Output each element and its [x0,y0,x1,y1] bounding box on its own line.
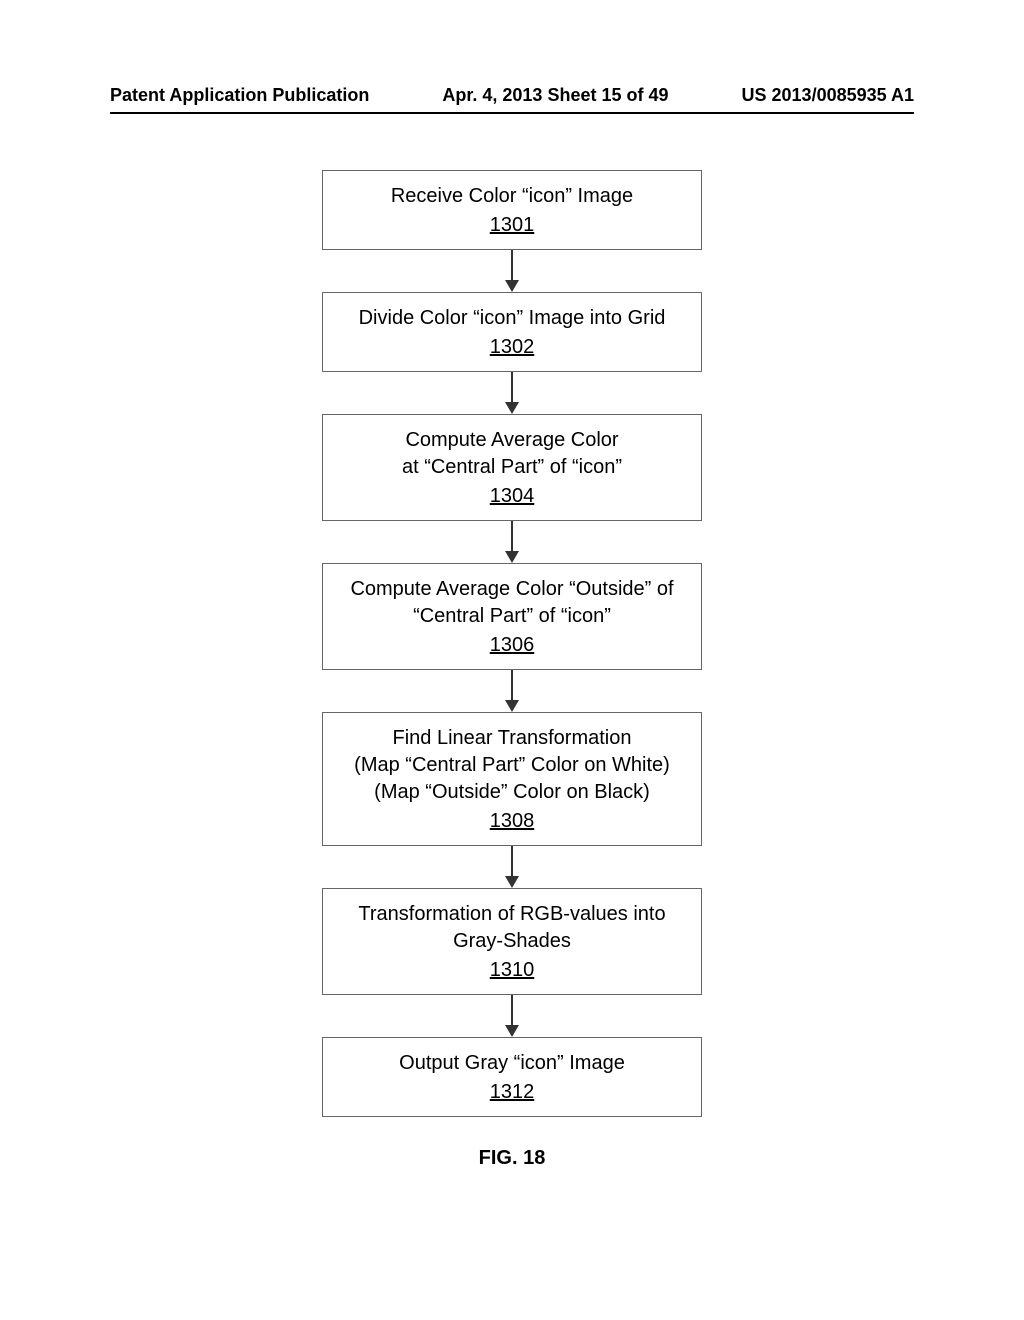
step-1312: Output Gray “icon” Image 1312 [322,1037,702,1117]
step-text: (Map “Outside” Color on Black) [333,779,691,806]
arrow-icon [505,670,519,712]
step-ref: 1308 [490,808,535,835]
step-ref: 1304 [490,483,535,510]
step-ref: 1306 [490,632,535,659]
step-1302: Divide Color “icon” Image into Grid 1302 [322,292,702,372]
step-text: at “Central Part” of “icon” [333,454,691,481]
step-text: Find Linear Transformation [333,725,691,752]
step-ref: 1301 [490,212,535,239]
header-right: US 2013/0085935 A1 [742,85,914,106]
page-header: Patent Application Publication Apr. 4, 2… [110,85,914,106]
step-ref: 1312 [490,1079,535,1106]
step-1310: Transformation of RGB-values into Gray-S… [322,888,702,995]
step-text: “Central Part” of “icon” [333,603,691,630]
step-text: Receive Color “icon” Image [333,183,691,210]
page: Patent Application Publication Apr. 4, 2… [0,0,1024,1320]
step-text: (Map “Central Part” Color on White) [333,752,691,779]
step-ref: 1302 [490,334,535,361]
step-text: Gray-Shades [333,928,691,955]
arrow-icon [505,521,519,563]
step-text: Compute Average Color [333,427,691,454]
arrow-icon [505,846,519,888]
step-ref: 1310 [490,957,535,984]
step-text: Transformation of RGB-values into [333,901,691,928]
step-1301: Receive Color “icon” Image 1301 [322,170,702,250]
step-text: Compute Average Color “Outside” of [333,576,691,603]
step-1308: Find Linear Transformation (Map “Central… [322,712,702,846]
arrow-icon [505,250,519,292]
header-left: Patent Application Publication [110,85,369,106]
figure-label: FIG. 18 [0,1147,1024,1170]
step-text: Output Gray “icon” Image [333,1050,691,1077]
flowchart: Receive Color “icon” Image 1301 Divide C… [322,170,702,1117]
header-center: Apr. 4, 2013 Sheet 15 of 49 [442,85,668,106]
arrow-icon [505,372,519,414]
step-1306: Compute Average Color “Outside” of “Cent… [322,563,702,670]
step-1304: Compute Average Color at “Central Part” … [322,414,702,521]
arrow-icon [505,995,519,1037]
header-rule [110,112,914,114]
step-text: Divide Color “icon” Image into Grid [333,305,691,332]
